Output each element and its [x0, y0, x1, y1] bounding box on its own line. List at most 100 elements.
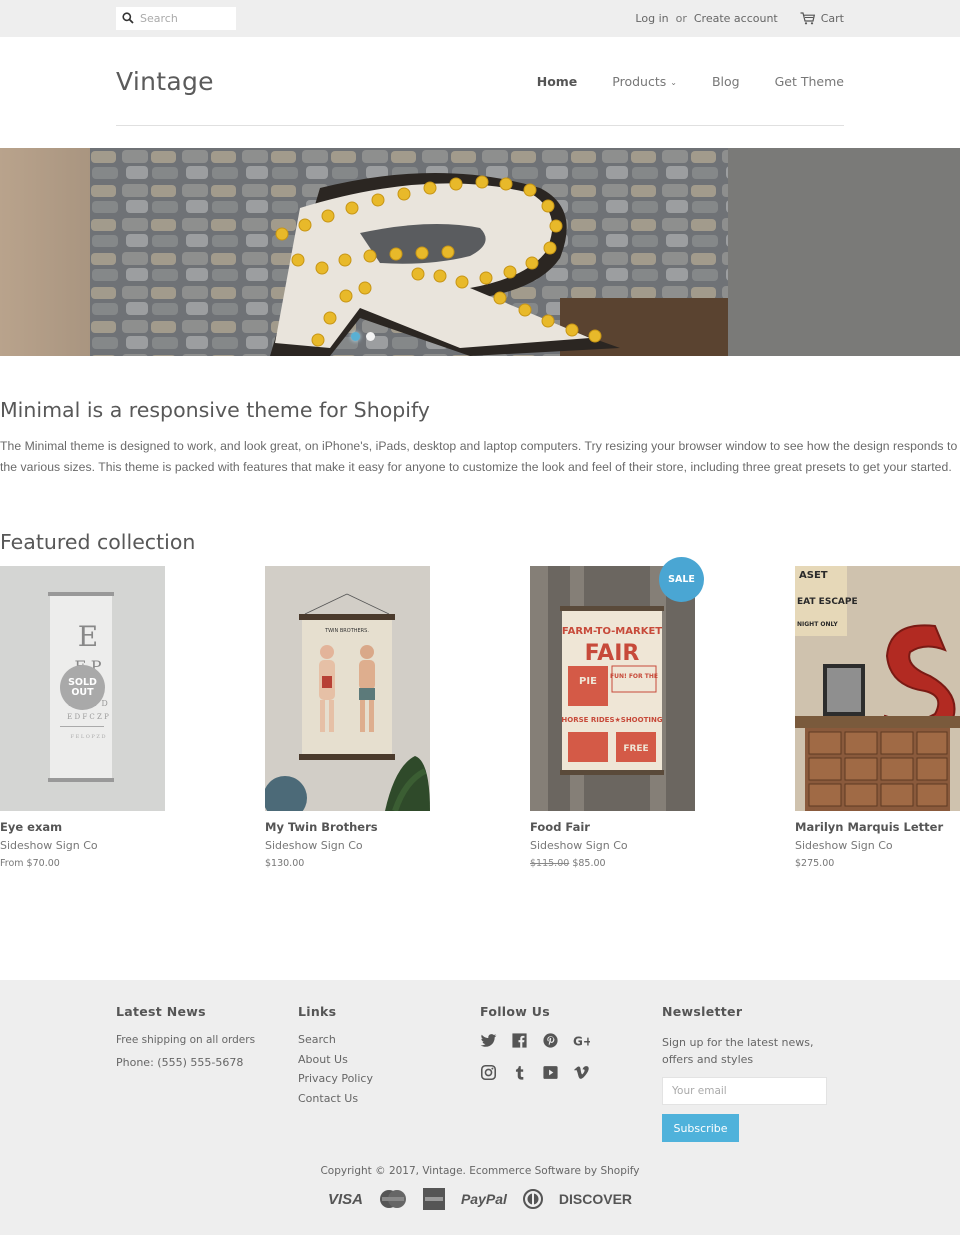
svg-text:F E L O P Z D: F E L O P Z D — [71, 734, 106, 740]
diners-club-icon — [522, 1189, 543, 1209]
instagram-icon — [480, 1064, 497, 1081]
twitter-icon — [480, 1034, 497, 1047]
product-image[interactable]: ASET EAT ESCAPE NIGHT ONLY — [795, 566, 960, 811]
facebook-icon — [512, 1033, 527, 1048]
search-icon — [122, 12, 134, 24]
facebook-link[interactable] — [511, 1032, 542, 1064]
svg-text:FARM-TO-MARKET: FARM-TO-MARKET — [562, 626, 662, 637]
svg-text:G+: G+ — [573, 1034, 590, 1048]
slide-dot-2[interactable] — [366, 332, 375, 341]
or-separator: or — [675, 12, 687, 25]
nav-get-theme[interactable]: Get Theme — [775, 74, 844, 89]
svg-text:PIE: PIE — [579, 676, 597, 687]
create-account-link[interactable]: Create account — [694, 12, 778, 25]
slide-dot-1[interactable] — [351, 332, 360, 341]
nav-blog[interactable]: Blog — [712, 74, 740, 89]
footer-link-search[interactable]: Search — [298, 1030, 480, 1050]
footer-links: Links Search About Us Privacy Policy Con… — [298, 1004, 480, 1142]
youtube-link[interactable] — [542, 1064, 573, 1096]
paypal-icon: PayPal — [460, 1191, 507, 1207]
compare-at-price: $115.00 — [530, 858, 570, 869]
site-header: Vintage Home Products ⌄ Blog Get Theme — [116, 37, 844, 126]
product-card-my-twin-brothers[interactable]: TWIN BROTHERS. My Twin Brothers Sideshow… — [265, 566, 430, 869]
product-name[interactable]: My Twin Brothers — [265, 820, 430, 834]
food-fair-poster-image: FARM-TO-MARKET FAIR PIE FUN! FOR THE HOR… — [530, 566, 695, 811]
product-image[interactable]: FARM-TO-MARKET FAIR PIE FUN! FOR THE HOR… — [530, 566, 695, 811]
footer-newsletter: Newsletter Sign up for the latest news, … — [662, 1004, 844, 1142]
google-plus-link[interactable]: G+ — [573, 1032, 604, 1064]
mastercard-icon — [379, 1189, 407, 1209]
top-bar: Log in or Create account Cart — [0, 0, 960, 37]
intro-text: The Minimal theme is designed to work, a… — [0, 439, 958, 474]
svg-text:NIGHT ONLY: NIGHT ONLY — [797, 621, 838, 628]
product-grid: E F P P E C F D E D F C Z P F E L O P Z … — [0, 557, 960, 869]
marquis-letter-s-image: ASET EAT ESCAPE NIGHT ONLY — [795, 566, 960, 811]
featured-collection-title: Featured collection — [0, 530, 196, 554]
footer-link-privacy-policy[interactable]: Privacy Policy — [298, 1069, 480, 1089]
newsletter-email-input[interactable] — [662, 1077, 827, 1105]
sale-badge: SALE — [659, 557, 704, 602]
pinterest-icon — [543, 1033, 558, 1048]
product-name[interactable]: Food Fair — [530, 820, 695, 834]
cart-label: Cart — [820, 12, 844, 25]
newsletter-title: Newsletter — [662, 1004, 743, 1019]
intro-title: Minimal is a responsive theme for Shopif… — [0, 398, 430, 422]
footer-latest-news: Latest News Free shipping on all orders … — [116, 1004, 298, 1142]
hero-slideshow[interactable] — [0, 148, 960, 356]
visa-icon: VISA — [327, 1190, 363, 1208]
twitter-link[interactable] — [480, 1032, 511, 1064]
cart-icon — [800, 12, 815, 25]
footer-link-contact-us[interactable]: Contact Us — [298, 1089, 480, 1109]
twin-brothers-poster-image: TWIN BROTHERS. — [265, 566, 430, 811]
product-vendor: Sideshow Sign Co — [0, 839, 98, 852]
product-vendor: Sideshow Sign Co — [530, 839, 628, 852]
product-card-marilyn-marquis-letter[interactable]: ASET EAT ESCAPE NIGHT ONLY Marilyn Marqu… — [795, 566, 960, 869]
nav-products-label: Products — [612, 73, 667, 89]
cart-link[interactable]: Cart — [800, 12, 844, 25]
subscribe-button[interactable]: Subscribe — [662, 1114, 739, 1142]
payment-icons: VISA PayPal DISCOVER — [0, 1188, 960, 1210]
main-nav: Home Products ⌄ Blog Get Theme — [502, 74, 844, 89]
sold-out-badge: SOLD OUT — [60, 665, 105, 710]
pinterest-link[interactable] — [542, 1032, 573, 1064]
product-price: $275.00 — [795, 858, 835, 869]
nav-products[interactable]: Products ⌄ — [612, 74, 677, 89]
amex-icon — [422, 1188, 445, 1210]
google-plus-icon: G+ — [573, 1034, 590, 1048]
chevron-down-icon: ⌄ — [670, 77, 677, 87]
search-box[interactable] — [116, 6, 236, 30]
product-vendor: Sideshow Sign Co — [795, 839, 893, 852]
tumblr-link[interactable] — [511, 1064, 542, 1096]
svg-text:HORSE RIDES★SHOOTING: HORSE RIDES★SHOOTING — [561, 716, 662, 724]
product-vendor: Sideshow Sign Co — [265, 839, 363, 852]
product-price: From $70.00 — [0, 858, 60, 869]
search-input[interactable] — [140, 11, 230, 25]
discover-icon: DISCOVER — [558, 1191, 633, 1207]
login-link[interactable]: Log in — [635, 12, 668, 25]
account-links: Log in or Create account Cart — [635, 12, 844, 25]
vimeo-icon — [574, 1066, 589, 1079]
product-card-food-fair[interactable]: FARM-TO-MARKET FAIR PIE FUN! FOR THE HOR… — [530, 557, 704, 869]
follow-us-title: Follow Us — [480, 1004, 550, 1019]
product-name[interactable]: Marilyn Marquis Letter — [795, 820, 960, 834]
product-price: $115.00 $85.00 — [530, 858, 695, 869]
nav-home[interactable]: Home — [537, 74, 578, 89]
free-shipping-text: Free shipping on all orders — [116, 1034, 256, 1046]
footer-link-about-us[interactable]: About Us — [298, 1050, 480, 1070]
vimeo-link[interactable] — [573, 1064, 604, 1096]
product-name[interactable]: Eye exam — [0, 820, 165, 834]
instagram-link[interactable] — [480, 1064, 511, 1096]
latest-news-title: Latest News — [116, 1004, 206, 1019]
svg-text:EAT ESCAPE: EAT ESCAPE — [797, 597, 858, 607]
svg-text:ASET: ASET — [799, 570, 828, 581]
copyright-text: Copyright © 2017, Vintage. Ecommerce Sof… — [320, 1165, 640, 1177]
svg-text:FREE: FREE — [623, 744, 648, 754]
svg-text:E: E — [78, 620, 98, 653]
links-title: Links — [298, 1004, 337, 1019]
svg-text:FAIR: FAIR — [585, 641, 640, 666]
site-logo[interactable]: Vintage — [116, 67, 214, 96]
product-image[interactable]: TWIN BROTHERS. — [265, 566, 430, 811]
site-footer: Latest News Free shipping on all orders … — [0, 980, 960, 1235]
product-card-eye-exam[interactable]: E F P P E C F D E D F C Z P F E L O P Z … — [0, 566, 165, 869]
phone-text: Phone: (555) 555-5678 — [116, 1056, 244, 1069]
